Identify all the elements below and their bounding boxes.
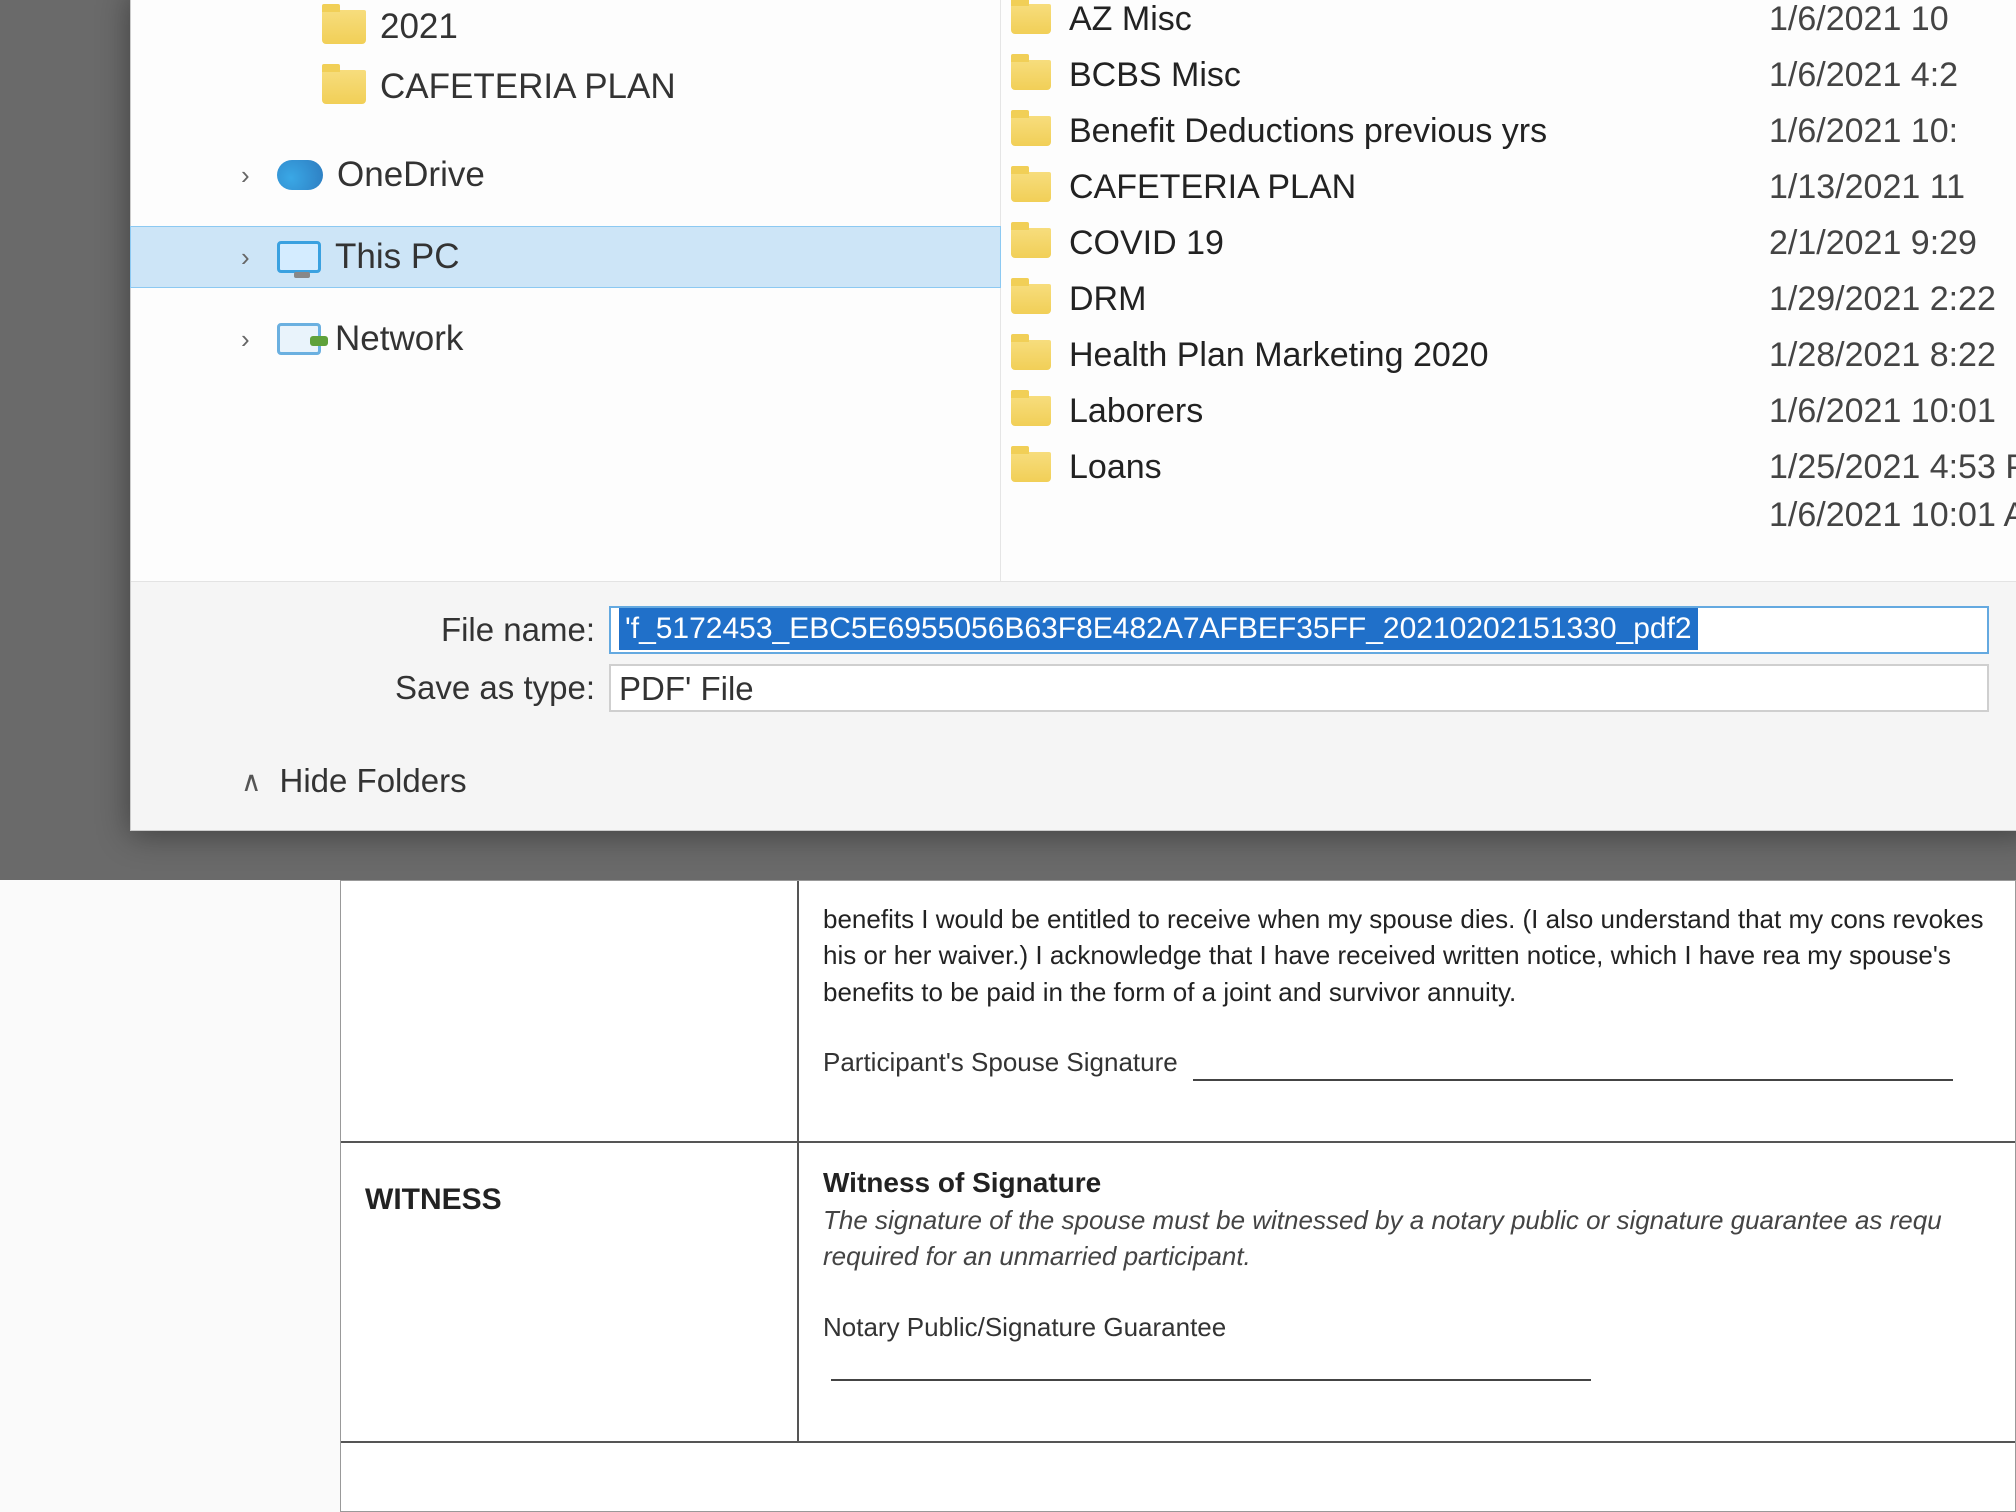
folder-date: 1/6/2021 10:01 A <box>1729 496 2016 535</box>
folder-icon <box>1011 340 1051 370</box>
folder-date: 1/13/2021 11 <box>1729 168 2016 207</box>
list-item[interactable]: Benefit Deductions previous yrs 1/6/2021… <box>1001 103 2016 159</box>
expand-icon[interactable]: › <box>241 242 263 273</box>
this-pc-icon <box>277 241 321 273</box>
signature-line <box>1193 1079 1953 1081</box>
background-document: benefits I would be entitled to receive … <box>0 880 2016 1512</box>
list-item[interactable]: DRM 1/29/2021 2:22 <box>1001 271 2016 327</box>
filename-input[interactable]: 'f_5172453_EBC5E6955056B63F8E482A7AFBEF3… <box>609 606 1989 654</box>
list-item[interactable]: COVID 19 2/1/2021 9:29 <box>1001 215 2016 271</box>
tree-item-onedrive[interactable]: › OneDrive <box>131 145 1000 205</box>
list-item[interactable]: Laborers 1/6/2021 10:01 <box>1001 383 2016 439</box>
folder-name: AZ Misc <box>1069 0 1729 39</box>
folder-date: 1/6/2021 10 <box>1729 0 2016 39</box>
navigation-pane[interactable]: 2021 CAFETERIA PLAN › OneDrive › This PC <box>131 0 1001 581</box>
folder-date: 1/28/2021 8:22 <box>1729 336 2016 375</box>
notary-label: Notary Public/Signature Guarantee <box>823 1312 1226 1342</box>
signature-line <box>831 1379 1591 1381</box>
doc-witness-heading: WITNESS <box>341 1143 799 1444</box>
folder-name: Benefit Deductions previous yrs <box>1069 112 1729 151</box>
folder-icon <box>1011 396 1051 426</box>
folder-icon <box>1011 284 1051 314</box>
tree-item-2021[interactable]: 2021 <box>131 0 1000 57</box>
dialog-footer: ∧ Hide Folders <box>131 736 2016 830</box>
onedrive-icon <box>277 160 323 190</box>
folder-icon <box>1011 452 1051 482</box>
folder-icon <box>1011 116 1051 146</box>
folder-name: Laborers <box>1069 392 1729 431</box>
list-item[interactable]: 1/6/2021 10:01 A <box>1001 495 2016 535</box>
folder-icon <box>1011 172 1051 202</box>
hide-folders-label: Hide Folders <box>280 762 467 800</box>
hide-folders-toggle[interactable]: ∧ Hide Folders <box>241 762 467 800</box>
tree-item-this-pc[interactable]: › This PC <box>131 227 1000 287</box>
tree-label: OneDrive <box>337 155 485 195</box>
doc-cell-blank <box>341 881 799 1143</box>
save-as-dialog: 2021 CAFETERIA PLAN › OneDrive › This PC <box>130 0 2016 831</box>
filename-label: File name: <box>131 611 609 649</box>
savetype-label: Save as type: <box>131 669 609 707</box>
tree-label: Network <box>335 319 463 359</box>
list-item[interactable]: BCBS Misc 1/6/2021 4:2 <box>1001 47 2016 103</box>
list-item[interactable]: Loans 1/25/2021 4:53 P <box>1001 439 2016 495</box>
folder-name: DRM <box>1069 280 1729 319</box>
tree-label: 2021 <box>380 7 458 47</box>
filename-section: File name: 'f_5172453_EBC5E6955056B63F8E… <box>131 581 2016 736</box>
folder-date: 1/25/2021 4:53 P <box>1729 448 2016 487</box>
folder-icon <box>1011 228 1051 258</box>
filename-value: 'f_5172453_EBC5E6955056B63F8E482A7AFBEF3… <box>619 608 1698 650</box>
folder-icon <box>1011 60 1051 90</box>
list-item[interactable]: CAFETERIA PLAN 1/13/2021 11 <box>1001 159 2016 215</box>
file-list[interactable]: AZ Misc 1/6/2021 10 BCBS Misc 1/6/2021 4… <box>1001 0 2016 581</box>
folder-icon <box>322 10 366 44</box>
chevron-up-icon: ∧ <box>241 765 262 798</box>
tree-label: CAFETERIA PLAN <box>380 67 676 107</box>
folder-name: BCBS Misc <box>1069 56 1729 95</box>
folder-date: 1/29/2021 2:22 <box>1729 280 2016 319</box>
savetype-value: PDF' File <box>619 670 754 707</box>
witness-title: Witness of Signature <box>823 1163 1991 1202</box>
doc-spouse-text: benefits I would be entitled to receive … <box>823 901 1991 1010</box>
network-icon <box>277 323 321 355</box>
folder-date: 1/6/2021 10:01 <box>1729 392 2016 431</box>
tree-item-cafeteria-plan[interactable]: CAFETERIA PLAN <box>131 57 1000 117</box>
folder-name: COVID 19 <box>1069 224 1729 263</box>
doc-witness-section: Witness of Signature The signature of th… <box>799 1143 2015 1444</box>
folder-name: CAFETERIA PLAN <box>1069 168 1729 207</box>
folder-date: 2/1/2021 9:29 <box>1729 224 2016 263</box>
savetype-select[interactable]: PDF' File <box>609 664 1989 712</box>
folder-date: 1/6/2021 4:2 <box>1729 56 2016 95</box>
folder-date: 1/6/2021 10: <box>1729 112 2016 151</box>
tree-label: This PC <box>335 237 459 277</box>
spouse-sig-label: Participant's Spouse Signature <box>823 1047 1178 1077</box>
witness-para: The signature of the spouse must be witn… <box>823 1202 1991 1275</box>
list-item[interactable]: Health Plan Marketing 2020 1/28/2021 8:2… <box>1001 327 2016 383</box>
tree-item-network[interactable]: › Network <box>131 309 1000 369</box>
folder-icon <box>1011 4 1051 34</box>
folder-name: Loans <box>1069 448 1729 487</box>
folder-icon <box>322 70 366 104</box>
expand-icon[interactable]: › <box>241 324 263 355</box>
list-item[interactable]: AZ Misc 1/6/2021 10 <box>1001 0 2016 47</box>
doc-spouse-section: benefits I would be entitled to receive … <box>799 881 2015 1143</box>
expand-icon[interactable]: › <box>241 160 263 191</box>
folder-name: Health Plan Marketing 2020 <box>1069 336 1729 375</box>
